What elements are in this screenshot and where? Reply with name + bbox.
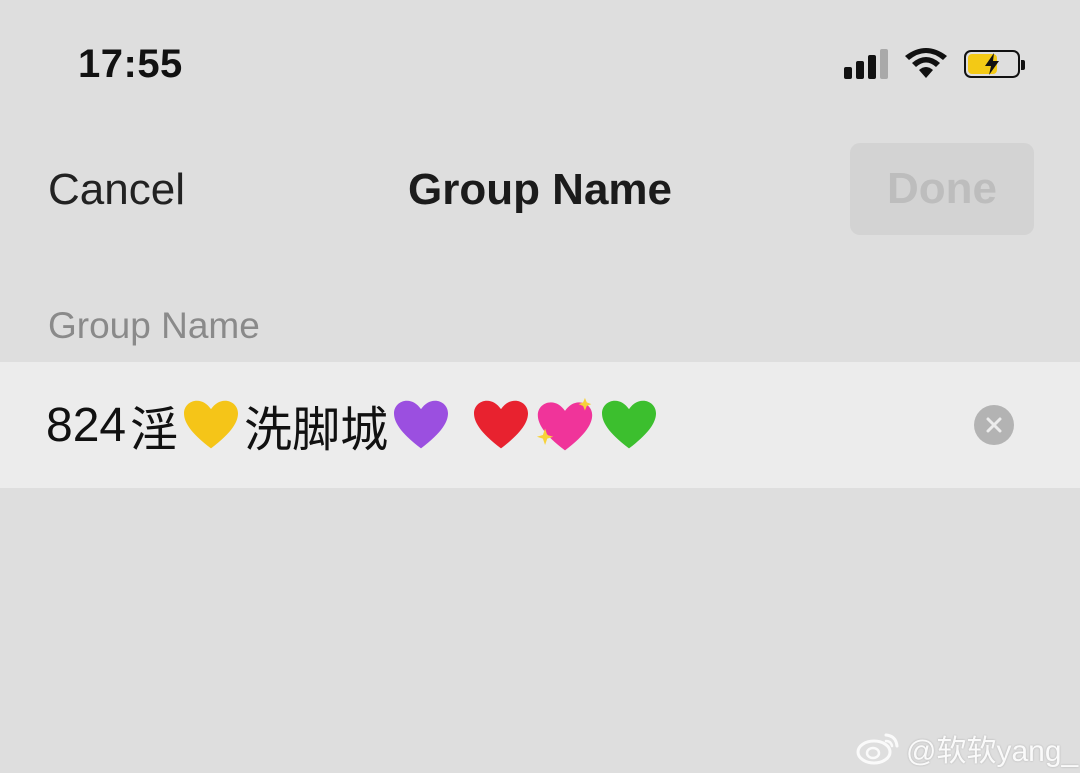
group-name-field[interactable]: 824 淫 洗脚城 bbox=[0, 362, 1080, 488]
done-button-label: Done bbox=[887, 164, 997, 213]
green-heart-icon bbox=[602, 400, 657, 449]
cellular-signal-icon bbox=[844, 49, 888, 79]
weibo-logo-icon bbox=[856, 733, 899, 765]
battery-charging-icon bbox=[964, 50, 1025, 78]
value-chars: 洗脚城 bbox=[244, 404, 389, 457]
sparkling-heart-icon bbox=[537, 397, 593, 451]
watermark-text: @软软yang_ bbox=[906, 735, 1079, 768]
yellow-heart-icon bbox=[184, 400, 239, 449]
done-button[interactable]: Done bbox=[850, 143, 1034, 235]
status-time: 17:55 bbox=[78, 42, 183, 86]
group-name-value[interactable]: 824 淫 洗脚城 bbox=[46, 390, 658, 460]
value-char: 淫 bbox=[130, 404, 179, 457]
section-header: Group Name bbox=[48, 305, 260, 346]
purple-heart-icon bbox=[394, 400, 449, 449]
clear-icon[interactable] bbox=[974, 405, 1014, 445]
value-number: 824 bbox=[46, 398, 127, 452]
red-heart-icon bbox=[474, 400, 529, 449]
status-icons bbox=[844, 48, 1025, 80]
wifi-icon bbox=[905, 48, 947, 78]
watermark: @软软yang_ bbox=[856, 726, 1078, 770]
